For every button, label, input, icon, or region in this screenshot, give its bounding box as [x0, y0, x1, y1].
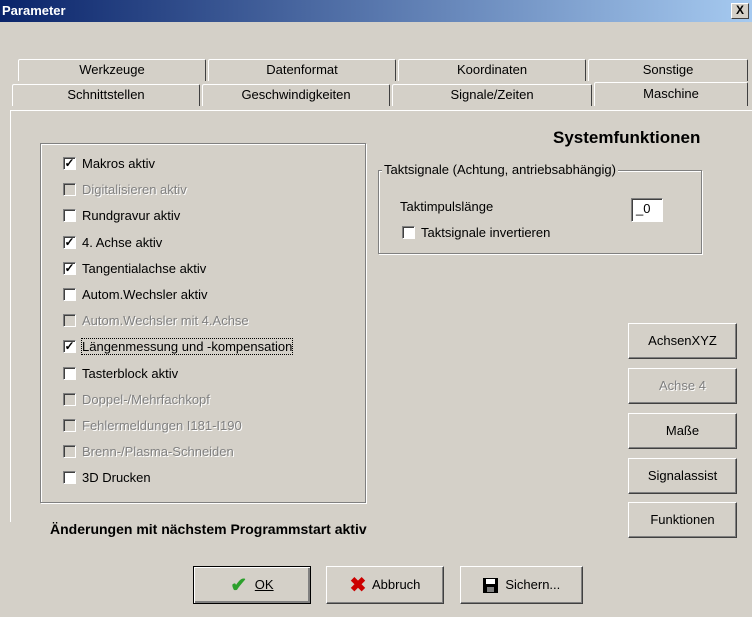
tab-label: Sonstige — [642, 62, 694, 77]
title-bar: Parameter X — [0, 0, 752, 22]
checkbox-label: Digitalisieren aktiv — [82, 182, 187, 197]
tab-label: Maschine — [643, 86, 699, 101]
x-icon: ✖ — [349, 574, 367, 597]
tab-label: Signale/Zeiten — [450, 87, 534, 102]
checkbox-box — [63, 209, 76, 222]
close-button[interactable]: X — [731, 3, 749, 19]
checkbox-box — [63, 445, 76, 458]
checkbox-box — [63, 367, 76, 380]
save-button[interactable]: Sichern... — [460, 566, 583, 604]
tab-label: Werkzeuge — [79, 62, 145, 77]
tab-schnittstellen[interactable]: Schnittstellen — [12, 84, 200, 106]
tab-signale-zeiten[interactable]: Signale/Zeiten — [392, 84, 592, 106]
checkmark-icon: ✓ — [63, 235, 76, 249]
tab-koordinaten[interactable]: Koordinaten — [398, 59, 586, 81]
check-icon: ✔ — [230, 574, 248, 597]
checkbox-label: Fehlermeldungen I181-I190 — [82, 418, 242, 433]
checkbox-box — [402, 226, 415, 239]
checkbox-label: Rundgravur aktiv — [82, 208, 181, 223]
close-icon: X — [735, 3, 744, 17]
signalassist-button[interactable]: Signalassist — [628, 458, 737, 494]
checkbox-label: 3D Drucken — [82, 470, 151, 485]
achse-4-button[interactable]: Achse 4 — [628, 368, 737, 404]
checkbox-box — [63, 183, 76, 196]
checkbox-label: Brenn-/Plasma-Schneiden — [82, 444, 234, 459]
button-label: AchsenXYZ — [648, 333, 717, 348]
tab-label: Datenformat — [266, 62, 338, 77]
tab-label: Geschwindigkeiten — [241, 87, 351, 102]
button-label: Achse 4 — [659, 378, 706, 393]
pulse-length-input[interactable]: _0 — [631, 198, 663, 222]
achsen-xyz-button[interactable]: AchsenXYZ — [628, 323, 737, 359]
tab-sonstige[interactable]: Sonstige — [588, 59, 748, 81]
tab-maschine[interactable]: Maschine — [594, 82, 748, 106]
checkbox-label: Autom.Wechsler aktiv — [82, 287, 208, 302]
checkbox-label: Autom.Wechsler mit 4.Achse — [82, 313, 249, 328]
checkbox-label: Makros aktiv — [82, 156, 155, 171]
button-label: Maße — [665, 423, 700, 438]
save-label: Sichern... — [505, 577, 561, 592]
checkmark-icon: ✓ — [63, 339, 76, 353]
tab-label: Koordinaten — [456, 62, 528, 77]
cancel-button[interactable]: ✖ Abbruch — [326, 566, 444, 604]
checkbox-label: Doppel-/Mehrfachkopf — [82, 392, 210, 407]
invert-takt-label: Taktsignale invertieren — [421, 225, 551, 240]
button-label: Funktionen — [650, 512, 715, 527]
tab-werkzeuge[interactable]: Werkzeuge — [18, 59, 206, 81]
cancel-label: Abbruch — [371, 577, 421, 592]
checkbox-box — [63, 288, 76, 301]
checkbox-label: Längenmessung und -kompensation — [80, 338, 294, 355]
checkbox-label: 4. Achse aktiv — [82, 235, 163, 250]
takt-group-label: Taktsignale (Achtung, antriebsabhängig) — [382, 162, 618, 177]
checkbox-box — [63, 419, 76, 432]
checkbox-box — [63, 393, 76, 406]
checkbox-box — [63, 471, 76, 484]
masse-button[interactable]: Maße — [628, 413, 737, 449]
checkbox-box — [63, 314, 76, 327]
section-title: Systemfunktionen — [553, 128, 701, 147]
ok-button[interactable]: ✔ OK — [193, 566, 311, 604]
checkbox-label: Tasterblock aktiv — [82, 366, 179, 381]
restart-notice: Änderungen mit nächstem Programmstart ak… — [50, 521, 367, 537]
checkmark-icon: ✓ — [63, 261, 76, 275]
checkmark-icon: ✓ — [63, 156, 76, 170]
tab-label: Schnittstellen — [67, 87, 145, 102]
checkbox-label: Tangentialachse aktiv — [82, 261, 207, 276]
ok-label: OK — [254, 577, 274, 592]
button-label: Signalassist — [647, 468, 718, 483]
funktionen-button[interactable]: Funktionen — [628, 502, 737, 538]
window-title: Parameter — [2, 3, 66, 18]
pulse-length-label: Taktimpulslänge — [400, 199, 494, 214]
tab-datenformat[interactable]: Datenformat — [208, 59, 396, 81]
tab-geschwindigkeiten[interactable]: Geschwindigkeiten — [202, 84, 390, 106]
floppy-disk-icon — [482, 578, 498, 594]
